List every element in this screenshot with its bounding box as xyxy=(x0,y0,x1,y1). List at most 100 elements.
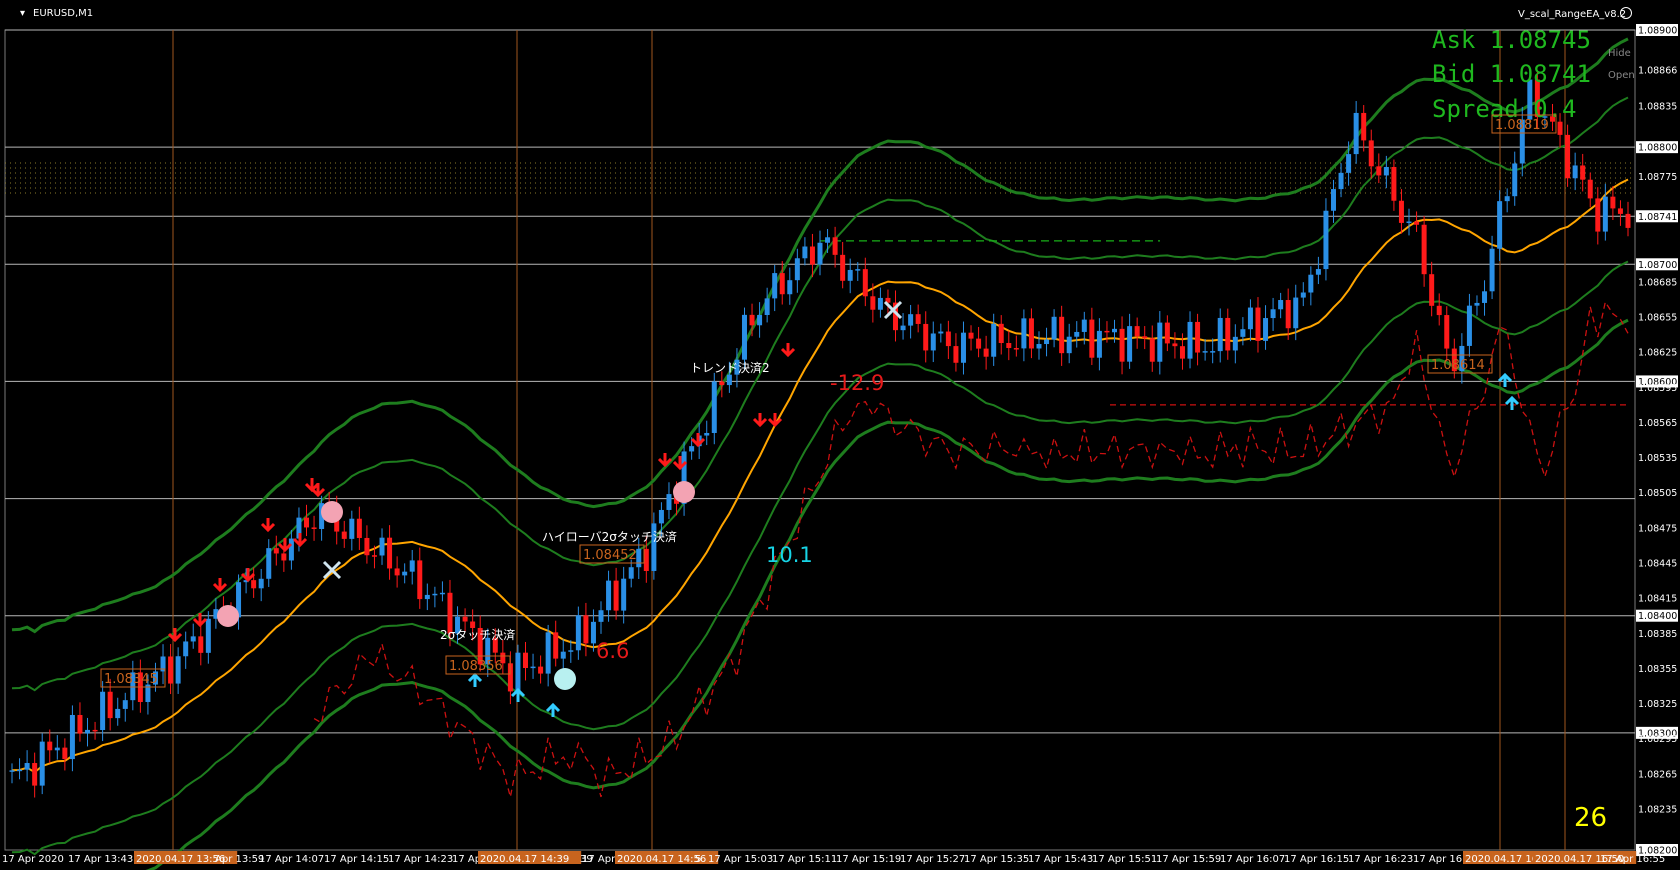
candle-body xyxy=(92,729,98,732)
price-tick-label: 1.08325 xyxy=(1638,699,1677,710)
price-tick-label: 1.08235 xyxy=(1638,805,1677,816)
time-tick-label: 17 Apr 13:43 xyxy=(68,854,133,865)
candle-body xyxy=(1149,338,1155,362)
candle-body xyxy=(598,610,604,622)
candle-body xyxy=(39,741,45,786)
candle-body xyxy=(817,242,823,265)
candle-body xyxy=(1172,343,1178,347)
candle-body xyxy=(175,656,181,684)
symbol-label-arrow[interactable]: ▾ xyxy=(20,8,25,19)
price-tag-text: 1.08452 xyxy=(583,548,637,563)
candle-body xyxy=(1595,198,1601,232)
candle-body xyxy=(1466,305,1472,346)
time-tick-label: 2020.04.17 16: xyxy=(1465,854,1542,865)
time-tick-label: 17 Apr 15:19 xyxy=(836,854,901,865)
candle-body xyxy=(1512,163,1518,197)
time-tick-label: 17 Apr 15:59 xyxy=(1156,854,1221,865)
candle-body xyxy=(1572,165,1578,179)
candle-body xyxy=(349,518,355,539)
candle-body xyxy=(1625,213,1631,228)
candle-body xyxy=(643,548,649,571)
ask-quote: Ask 1.08745 xyxy=(1432,26,1591,54)
candle-body xyxy=(394,568,400,576)
candle-body xyxy=(1202,351,1208,353)
price-tick-label: 1.08595 xyxy=(1638,383,1677,394)
candle-body xyxy=(1210,351,1216,353)
candle-body xyxy=(1444,315,1450,349)
candle-body xyxy=(1119,328,1125,362)
candle-body xyxy=(862,269,868,297)
candle-body xyxy=(1225,317,1231,351)
profit-positive-label: 10.1 xyxy=(766,543,813,567)
candle-body xyxy=(1323,210,1329,270)
price-tick-label: 1.08741 xyxy=(1638,212,1677,223)
candle-body xyxy=(832,237,838,255)
candle-body xyxy=(1263,318,1269,341)
candle-body xyxy=(1610,196,1616,209)
candle-body xyxy=(840,254,846,281)
candle-body xyxy=(976,338,982,349)
price-tick-label: 1.08655 xyxy=(1638,313,1677,324)
price-tick-label: 1.08415 xyxy=(1638,594,1677,605)
candle-body xyxy=(273,548,279,554)
candle-body xyxy=(402,571,408,576)
candle-body xyxy=(432,593,438,596)
price-tick-label: 1.08685 xyxy=(1638,277,1677,288)
candle-body xyxy=(575,615,581,651)
bar-counter: 26 xyxy=(1574,803,1607,833)
candle-body xyxy=(462,616,468,622)
candle-body xyxy=(1565,134,1571,179)
candle-body xyxy=(545,632,551,674)
time-tick-label: 17 Apr 14:15 xyxy=(324,854,389,865)
candle-body xyxy=(998,323,1004,344)
candle-body xyxy=(1247,307,1253,330)
candle-body xyxy=(198,636,204,653)
candle-body xyxy=(1021,318,1027,349)
candle-body xyxy=(1421,224,1427,275)
candle-body xyxy=(168,656,174,684)
candle-body xyxy=(621,578,627,611)
candle-body xyxy=(764,298,770,315)
time-tick-label: 2020.04.17 13:56 xyxy=(136,854,225,865)
candle-body xyxy=(470,621,476,628)
candle-body xyxy=(915,314,921,324)
hide-button[interactable]: Hide xyxy=(1608,48,1631,59)
candle-body xyxy=(515,652,521,692)
candle-body xyxy=(757,314,763,326)
candle-body xyxy=(1096,330,1102,358)
candle-body xyxy=(1255,307,1261,341)
candle-body xyxy=(666,494,672,510)
price-tag-text: 1.08345 xyxy=(104,672,158,687)
price-tick-label: 1.08355 xyxy=(1638,664,1677,675)
candle-body xyxy=(387,537,393,569)
candle-body xyxy=(953,346,959,363)
candle-body xyxy=(847,269,853,281)
candle-body xyxy=(1398,200,1404,223)
price-tick-label: 1.08265 xyxy=(1638,769,1677,780)
price-tag: 1.08819 xyxy=(1491,114,1557,134)
price-tick-label: 1.08900 xyxy=(1638,26,1677,37)
price-tick-label: 1.08475 xyxy=(1638,523,1677,534)
candle-body xyxy=(900,325,906,331)
candle-body xyxy=(719,381,725,386)
candle-body xyxy=(54,747,60,751)
price-tag-text: 1.08819 xyxy=(1495,118,1549,133)
candle-body xyxy=(606,580,612,611)
candle-body xyxy=(1436,305,1442,316)
candle-body xyxy=(1232,336,1238,351)
bid-quote: Bid 1.08741 xyxy=(1432,60,1591,88)
open-button[interactable]: Open xyxy=(1608,70,1635,81)
chart-canvas[interactable]: 1.08900 1.08866 1.08835 1.08800 1.08775 1.087… xyxy=(0,0,1680,870)
candle-body xyxy=(1557,121,1563,135)
time-tick-label: 17 Apr 2020 xyxy=(2,854,64,865)
price-tick-label: 1.08625 xyxy=(1638,348,1677,359)
candle-body xyxy=(553,632,559,659)
time-tick-label: 17 Apr 15:03 xyxy=(708,854,773,865)
candle-body xyxy=(1482,291,1488,303)
candle-body xyxy=(787,280,793,295)
candle-body xyxy=(983,348,989,357)
candle-body xyxy=(1429,274,1435,306)
price-tick-label: 1.08775 xyxy=(1638,172,1677,183)
time-tick-label: 2020.04.17 14:39 xyxy=(480,854,569,865)
candle-body xyxy=(1346,154,1352,173)
